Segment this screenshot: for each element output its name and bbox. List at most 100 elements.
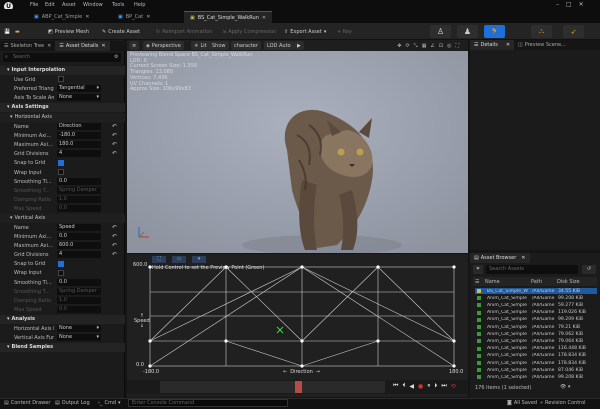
group-horizontal-axis[interactable]: ▾ Horizontal Axis bbox=[0, 113, 125, 123]
close-icon[interactable]: ✕ bbox=[146, 14, 150, 20]
property-value-field[interactable]: -180.0 bbox=[57, 132, 101, 140]
asset-row[interactable]: Anim_Cat_Simple/All/Game 99.208 KiB bbox=[475, 374, 597, 380]
property-value-field[interactable]: 0.0 bbox=[57, 233, 101, 240]
output-log-button[interactable]: ▤ Output Log bbox=[55, 400, 90, 406]
asset-row[interactable]: Anim_Cat_Simple/All/Game 178.834 KiB bbox=[475, 353, 597, 359]
asset-row[interactable]: Anim_Cat_Simple/All/Game 79.21 KiB bbox=[475, 324, 597, 330]
asset-row[interactable]: Anim_Cat_Simple/All/Game 79.062 KiB bbox=[475, 331, 597, 337]
menu-asset[interactable]: Asset bbox=[62, 2, 76, 8]
reset-to-default-icon[interactable]: ↶ bbox=[112, 132, 117, 139]
step-forward-icon[interactable]: ⏵ bbox=[434, 382, 437, 390]
tab-asset-browser[interactable]: ▤ Asset Browser ✕ bbox=[470, 253, 530, 263]
property-value-field[interactable]: 600.0 bbox=[57, 242, 101, 250]
property-value-field[interactable]: 4 bbox=[57, 251, 101, 259]
property-value-field[interactable]: Spring Damper bbox=[57, 287, 101, 295]
tab-abp-cat-simple[interactable]: ▣ ABP_Cat_Simple ✕ bbox=[28, 11, 95, 23]
property-value-field[interactable]: 1.0 bbox=[57, 296, 101, 304]
asset-row[interactable]: Anim_Cat_Simple/All/Game 59.277 KiB bbox=[475, 302, 597, 308]
property-checkbox[interactable] bbox=[58, 260, 64, 267]
tab-bp-cat[interactable]: ▣ BP_Cat ✕ bbox=[112, 11, 156, 23]
section-input-interpolation[interactable]: ▾ Input Interpolation bbox=[0, 66, 125, 75]
reset-to-default-icon[interactable]: ↶ bbox=[112, 141, 117, 148]
asset-row[interactable]: Anim_Cat_Simple/All/Game 119.026 KiB bbox=[475, 310, 597, 316]
column-path[interactable]: Path bbox=[531, 279, 557, 285]
step-back-icon[interactable]: ⏴ bbox=[402, 382, 405, 390]
mode-animation-button[interactable]: 🏃 bbox=[484, 25, 505, 38]
skip-to-start-icon[interactable]: ⏮ bbox=[393, 382, 398, 390]
details-search-input[interactable]: Search bbox=[3, 53, 121, 62]
property-value-field[interactable]: 0.0 bbox=[57, 177, 101, 185]
tab-bs-cat-simple-walkrun[interactable]: ▣ BS_Cat_Simple_WalkRun ✕ bbox=[184, 11, 273, 23]
property-checkbox[interactable] bbox=[58, 159, 64, 166]
asset-row[interactable]: BS_Cat_Simple_W/All/Game 34.55 KiB bbox=[475, 288, 597, 295]
reset-to-default-icon[interactable]: ↶ bbox=[112, 150, 117, 157]
filter-button[interactable]: ⏷ bbox=[473, 265, 483, 274]
property-value-field[interactable]: 180.0 bbox=[57, 141, 101, 149]
asset-search-input[interactable]: Search Assets bbox=[486, 265, 578, 274]
pause-icon[interactable]: ⏸ bbox=[427, 382, 430, 390]
browse-button[interactable]: ▬ bbox=[15, 27, 20, 36]
property-checkbox[interactable] bbox=[58, 76, 64, 83]
revision-control-button[interactable]: ⑂ Revision Control bbox=[540, 400, 586, 406]
reset-to-default-icon[interactable]: ↶ bbox=[112, 224, 117, 231]
tab-details[interactable]: ☰ Details ✕ bbox=[470, 40, 515, 50]
reset-to-default-icon[interactable]: ↶ bbox=[112, 251, 117, 258]
property-value-field[interactable]: Direction bbox=[57, 123, 101, 130]
reimport-animation-button[interactable]: ↻ Reimport Animation bbox=[156, 27, 212, 36]
tab-preview-scene[interactable]: ◫ Preview Scene... bbox=[514, 40, 570, 50]
reset-to-default-icon[interactable]: ↶ bbox=[112, 123, 117, 130]
character-button[interactable]: character bbox=[231, 41, 261, 50]
section-axis-settings[interactable]: ▾ Axis Settings bbox=[0, 103, 125, 113]
reset-to-default-icon[interactable]: ↶ bbox=[112, 233, 117, 240]
property-value-field[interactable]: 0.0 bbox=[57, 278, 101, 286]
asset-row[interactable]: Anim_Cat_Simple/All/Game 116.448 KiB bbox=[475, 346, 597, 352]
reset-to-default-icon[interactable]: ↶ bbox=[112, 242, 117, 249]
export-asset-button[interactable]: ⇪ Export Asset ▾ bbox=[284, 27, 326, 36]
lod-button[interactable]: LOD Auto bbox=[264, 41, 294, 50]
asset-row[interactable]: Anim_Cat_Simple/All/Game 99.209 KiB bbox=[475, 317, 597, 323]
group-vertical-axis[interactable]: ▾ Vertical Axis bbox=[0, 214, 125, 223]
timeline-scrubber[interactable] bbox=[295, 381, 302, 393]
close-icon[interactable]: ✕ bbox=[101, 43, 105, 49]
cmd-selector[interactable]: ›_ Cmd ▾ bbox=[98, 400, 121, 406]
property-checkbox[interactable] bbox=[58, 169, 64, 175]
playback-speed-button[interactable]: ▶ bbox=[294, 41, 304, 50]
property-value-field[interactable]: Spring Damper bbox=[57, 186, 101, 194]
timeline-track[interactable] bbox=[160, 381, 385, 393]
property-value-field[interactable]: 0.0 bbox=[57, 305, 101, 313]
viewport-transform-tools[interactable]: ✥ ⟳ ⤡ ▦ ∠ ⊡ ◎ ⛶ bbox=[312, 41, 462, 50]
window-controls[interactable]: –□✕ bbox=[556, 1, 591, 8]
mode-mesh-button[interactable]: ♟ bbox=[457, 25, 478, 38]
property-dropdown[interactable]: Tangential ▾ bbox=[57, 85, 101, 92]
asset-row[interactable]: Anim_Cat_Simple/All/Game 99.208 KiB bbox=[475, 295, 597, 301]
record-icon[interactable]: ● bbox=[418, 383, 423, 390]
mode-physics-button[interactable]: ➶ bbox=[563, 25, 584, 38]
menu-file[interactable]: File bbox=[30, 2, 38, 8]
show-button[interactable]: Show bbox=[209, 41, 229, 50]
property-value-field[interactable]: 4 bbox=[57, 150, 101, 158]
close-icon[interactable]: ✕ bbox=[506, 42, 510, 48]
mode-skeleton-button[interactable]: ♙ bbox=[430, 25, 451, 38]
menu-tools[interactable]: Tools bbox=[112, 2, 124, 8]
property-value-field[interactable]: 1.0 bbox=[57, 195, 101, 203]
view-options-button[interactable]: ↺ bbox=[582, 265, 596, 274]
perspective-button[interactable]: ◈ Perspective bbox=[143, 41, 184, 50]
section-analysis[interactable]: ▾ Analysis bbox=[0, 314, 125, 324]
property-checkbox[interactable] bbox=[58, 269, 64, 276]
column-name[interactable]: Name bbox=[485, 279, 531, 285]
tab-asset-details[interactable]: ☰ Asset Details ✕ bbox=[55, 41, 110, 51]
console-input[interactable]: Enter Console Command bbox=[128, 399, 288, 407]
property-dropdown[interactable]: None ▾ bbox=[57, 324, 101, 332]
property-dropdown[interactable]: None ▾ bbox=[57, 94, 101, 102]
section-blend-samples[interactable]: ▾ Blend Samples bbox=[0, 343, 125, 352]
column-disk-size[interactable]: Disk Size bbox=[557, 279, 580, 285]
view-options-eye-button[interactable]: 👁 ▾ bbox=[560, 384, 570, 390]
menu-window[interactable]: Window bbox=[83, 2, 103, 8]
blend-space-graph[interactable] bbox=[127, 254, 468, 379]
sort-column-type[interactable]: ☰ bbox=[473, 279, 485, 285]
asset-row[interactable]: Anim_Cat_Simple/All/Game 178.834 KiB bbox=[475, 360, 597, 366]
add-key-button[interactable]: + Key bbox=[337, 27, 352, 36]
play-reverse-icon[interactable]: ◀ bbox=[409, 383, 414, 390]
loop-icon[interactable]: ⟲ bbox=[451, 383, 456, 390]
property-dropdown[interactable]: None ▾ bbox=[57, 333, 101, 341]
